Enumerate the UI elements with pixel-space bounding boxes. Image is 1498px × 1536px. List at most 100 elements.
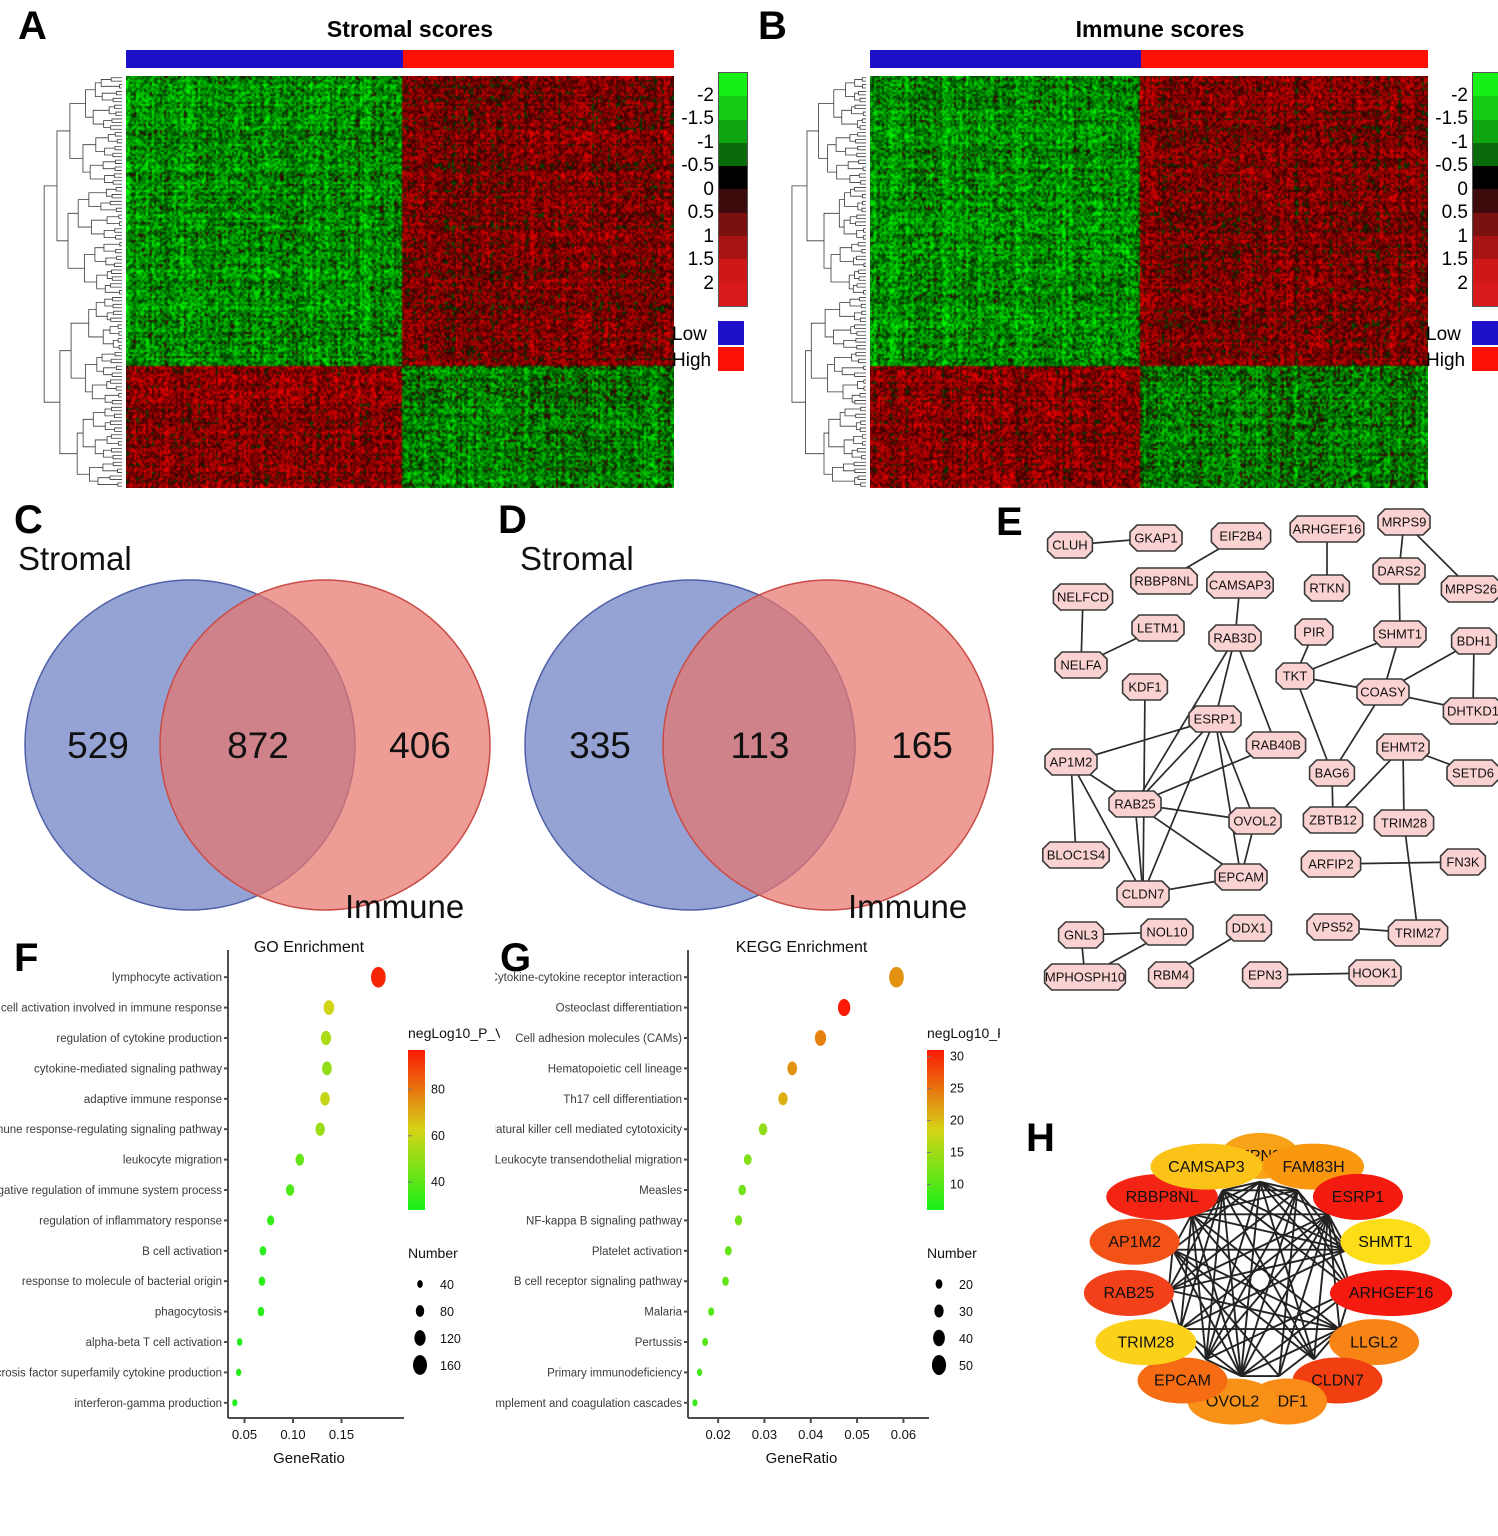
network-node-label: TRIM28 <box>1381 815 1427 830</box>
dendrogram-branch <box>114 104 122 110</box>
legend-tick-3: -0.5 <box>1435 155 1468 176</box>
dendrogram-branch <box>839 302 855 317</box>
hub-network-node-label: TRIM28 <box>1117 1334 1174 1351</box>
dendrogram-branch <box>856 331 866 336</box>
category-label: phagocytosis <box>155 1307 222 1319</box>
heatmap-a-legend-low-label: Low <box>672 324 707 345</box>
dendrogram-branch <box>110 283 122 288</box>
hub-network-node-label: CLDN7 <box>1311 1373 1364 1390</box>
venn-c-intersection-count: 872 <box>227 725 289 766</box>
network-node-label: TRIM27 <box>1395 925 1441 940</box>
x-tick-label: 0.06 <box>891 1427 916 1442</box>
network-edge <box>1214 718 1242 878</box>
dendrogram-branch <box>112 97 122 103</box>
dendrogram-branch <box>118 393 122 398</box>
dendrogram-branch <box>854 468 866 473</box>
category-label: cytokine-mediated signaling pathway <box>34 1063 222 1075</box>
dendrogram-branch <box>848 274 855 290</box>
dendrogram-branch <box>91 219 108 235</box>
heatmap-b-legend-high-swatch <box>1472 347 1498 371</box>
size-legend-dot <box>935 1279 943 1289</box>
heatmap-a-title: Stromal scores <box>326 16 494 42</box>
category-label: Primary immunodeficiency <box>547 1367 682 1379</box>
heatmap-b-legend: -2 -1.5 -1 -0.5 0 0.5 1 1.5 2 Low High <box>1426 72 1498 372</box>
dendrogram-branch <box>59 350 78 455</box>
heatmap-b-matrix <box>870 76 1428 488</box>
dendrogram-branch <box>851 394 861 403</box>
network-edge <box>1234 637 1277 746</box>
color-legend-tick-label: 80 <box>431 1082 445 1096</box>
dendrogram-branch <box>835 137 850 152</box>
dendrogram-branch <box>103 230 116 238</box>
dendrogram-branch <box>105 257 117 266</box>
category-label: lymphocyte activation <box>112 972 222 984</box>
category-label: interferon-gamma production <box>74 1398 222 1410</box>
dendrogram-branch <box>860 303 866 309</box>
dendrogram-branch <box>112 461 122 467</box>
dendrogram-branch <box>119 290 122 295</box>
data-point <box>787 1061 798 1076</box>
x-tick-label: 0.04 <box>798 1427 823 1442</box>
category-label: Pertussis <box>635 1337 683 1349</box>
x-axis-title: GeneRatio <box>766 1450 838 1467</box>
dendrogram-branch <box>88 192 107 207</box>
dendrogram-branch <box>832 329 851 345</box>
category-label: Th17 cell differentiation <box>563 1094 682 1106</box>
dendrogram-branch <box>856 345 866 350</box>
dendrogram-branch <box>104 408 115 417</box>
dendrogram-branch <box>856 152 866 158</box>
heatmap-b-colorbar <box>1472 72 1498 307</box>
legend-tick-0: -2 <box>1451 84 1468 106</box>
category-label: regulation of inflammatory response <box>39 1215 222 1227</box>
dendrogram-branch <box>77 199 92 228</box>
network-node-label: BAG6 <box>1315 765 1350 780</box>
data-point <box>320 1092 330 1106</box>
size-legend-dot <box>931 1355 947 1375</box>
category-label: NF-kappa B signaling pathway <box>526 1215 682 1227</box>
size-legend-label: 50 <box>959 1359 973 1373</box>
dendrogram-branch <box>850 326 857 334</box>
legend-tick-2: -1 <box>697 131 714 153</box>
dendrogram-branch <box>114 145 122 151</box>
hub-network-node-label: RBBP8NL <box>1126 1189 1199 1206</box>
group-bar-high <box>402 50 674 68</box>
dendrogram-branch <box>856 230 864 238</box>
colorbar-band-8 <box>1473 259 1498 283</box>
size-legend-dot <box>933 1329 945 1347</box>
dendrogram-branch <box>844 408 861 417</box>
network-node-label: ARHGEF16 <box>1293 521 1362 536</box>
color-legend-bar <box>927 1050 944 1210</box>
ppi-network-e: CLUH GKAP1 EIF2B4 ARHGEF16 MRPS9 RBBP8NL CAMSA… <box>1041 508 1498 991</box>
venn-c-right-count: 406 <box>389 725 451 766</box>
colorbar-band-7 <box>1473 236 1498 260</box>
color-legend-title: negLog10_P_Value <box>927 1025 1000 1041</box>
category-label: alpha-beta T cell activation <box>86 1337 222 1349</box>
size-legend-label: 160 <box>440 1359 461 1373</box>
dendrogram-branch <box>862 111 866 116</box>
x-tick-label: 0.05 <box>232 1427 257 1442</box>
dendrogram-branch <box>856 214 866 219</box>
colorbar-band-9 <box>719 282 747 306</box>
legend-tick-1: -1.5 <box>681 108 714 129</box>
dendrogram-branch <box>856 283 866 288</box>
network-node-label: EIF2B4 <box>1219 528 1262 543</box>
legend-tick-4: 0 <box>1457 178 1468 200</box>
dendrogram-branch <box>857 132 866 137</box>
dendrogram-branch <box>855 338 866 343</box>
dendrogram-branch <box>858 173 866 178</box>
dendrogram-branch <box>823 212 840 269</box>
hub-network-node-label: LLGL2 <box>1350 1334 1398 1351</box>
hub-network-node-label: ESRP1 <box>1332 1189 1385 1206</box>
dendrogram-branch <box>859 297 866 302</box>
plot-title: KEGG Enrichment <box>736 939 868 956</box>
dendrogram-branch <box>827 144 837 173</box>
dendrogram-branch <box>863 379 866 384</box>
size-legend-label: 40 <box>440 1278 454 1292</box>
go-enrichment-dotplot: GO Enrichment lymphocyte activation cell a… <box>0 939 500 1467</box>
data-point <box>285 1184 295 1196</box>
dendrogram-branch <box>112 454 122 460</box>
dendrogram-branch <box>115 111 122 116</box>
dendrogram-branch <box>847 161 864 170</box>
dendrogram-branch <box>853 257 864 266</box>
dendrogram-branch <box>854 104 866 110</box>
